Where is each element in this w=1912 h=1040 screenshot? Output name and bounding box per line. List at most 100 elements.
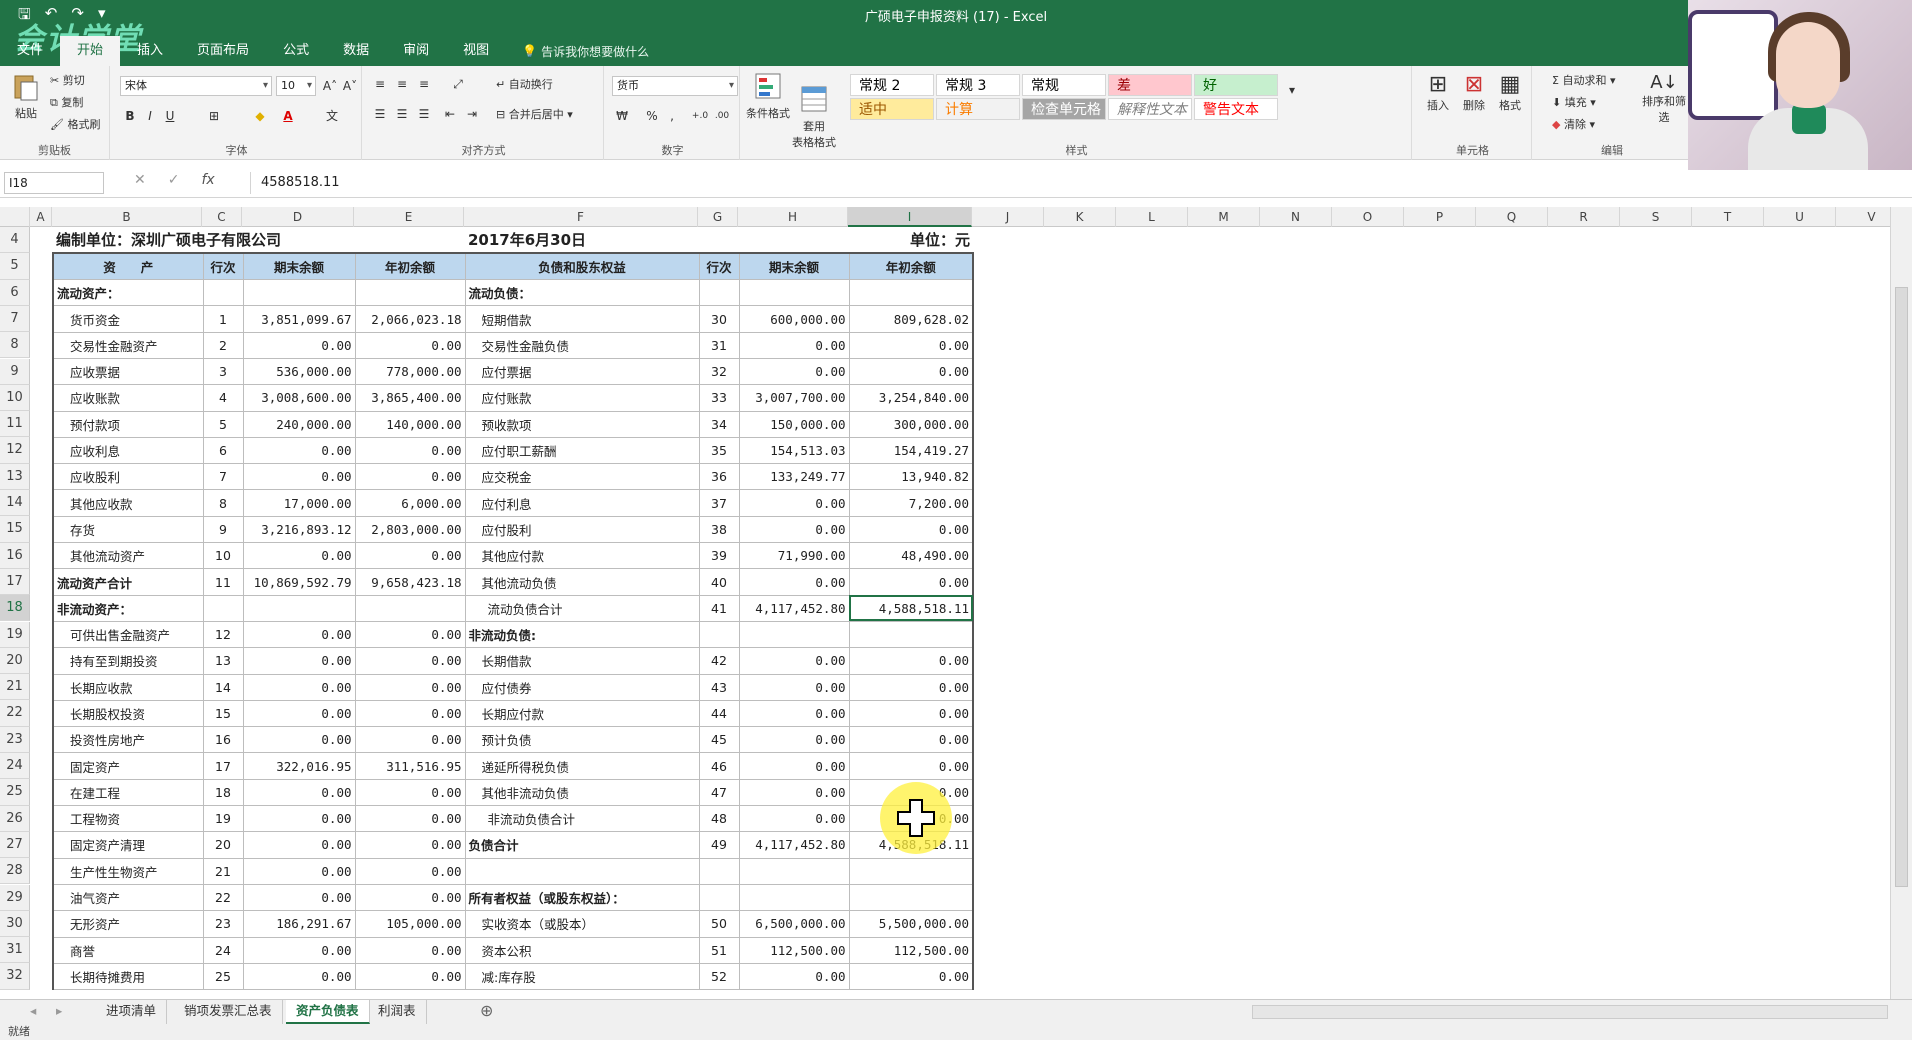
column-header[interactable]: Q: [1476, 207, 1548, 227]
table-cell[interactable]: 0.00: [848, 568, 974, 596]
table-cell[interactable]: 2,066,023.18: [354, 305, 466, 333]
increase-indent-icon[interactable]: ⇥: [462, 104, 482, 124]
table-cell[interactable]: 11: [202, 568, 244, 596]
table-cell[interactable]: 6,000.00: [354, 489, 466, 517]
ribbon-tab[interactable]: 页面布局: [180, 36, 266, 66]
bold-button[interactable]: B: [120, 106, 140, 126]
table-cell[interactable]: 105,000.00: [354, 910, 466, 938]
cell-style-item[interactable]: 解释性文本: [1108, 98, 1192, 120]
table-cell[interactable]: 其他流动资产: [52, 542, 204, 570]
column-header[interactable]: M: [1188, 207, 1260, 227]
table-cell[interactable]: [242, 279, 356, 307]
gallery-more-icon[interactable]: ▾: [1282, 80, 1302, 100]
table-cell[interactable]: 44: [698, 699, 740, 728]
table-cell[interactable]: 21: [202, 857, 244, 885]
table-cell[interactable]: [698, 279, 740, 307]
table-cell[interactable]: 应付股利: [464, 515, 700, 544]
table-cell[interactable]: 0.00: [242, 542, 356, 570]
table-cell[interactable]: 3: [202, 357, 244, 386]
table-cell[interactable]: 22: [202, 883, 244, 912]
sort-filter-button[interactable]: A↓ 排序和筛选: [1642, 72, 1686, 125]
table-cell[interactable]: 43: [698, 673, 740, 701]
table-cell[interactable]: 0.00: [354, 620, 466, 649]
table-cell[interactable]: 0.00: [354, 936, 466, 964]
table-cell[interactable]: 45: [698, 726, 740, 754]
table-cell[interactable]: 0.00: [242, 936, 356, 964]
row-header[interactable]: 20: [0, 647, 30, 675]
table-cell[interactable]: 交易性金融资产: [52, 331, 204, 359]
table-cell[interactable]: 0.00: [738, 515, 850, 544]
table-cell[interactable]: 0.00: [354, 831, 466, 859]
prev-sheet-icon[interactable]: ◂: [20, 1000, 46, 1024]
table-cell[interactable]: 0.00: [738, 752, 850, 780]
column-title-cell[interactable]: 行次: [698, 252, 740, 281]
decrease-indent-icon[interactable]: ⇤: [440, 104, 460, 124]
row-header[interactable]: 24: [0, 753, 30, 780]
table-cell[interactable]: 154,513.03: [738, 436, 850, 465]
table-cell[interactable]: 4,588,518.11: [848, 594, 974, 622]
table-cell[interactable]: 实收资本（或股本）: [464, 910, 700, 938]
table-cell[interactable]: [738, 279, 850, 307]
table-cell[interactable]: 0.00: [354, 805, 466, 833]
table-cell[interactable]: 0.00: [354, 726, 466, 754]
table-cell[interactable]: 0.00: [242, 778, 356, 807]
table-cell[interactable]: 持有至到期投资: [52, 647, 204, 675]
company-cell[interactable]: 编制单位：深圳广硕电子有限公司: [53, 227, 465, 253]
table-cell[interactable]: 48: [698, 805, 740, 833]
table-cell[interactable]: 0.00: [242, 436, 356, 465]
row-header[interactable]: 26: [0, 805, 30, 832]
table-cell[interactable]: 长期待摊费用: [52, 962, 204, 991]
align-top-icon[interactable]: ≡: [370, 74, 390, 94]
accounting-icon[interactable]: ₩: [612, 106, 632, 126]
table-cell[interactable]: 0.00: [738, 489, 850, 517]
table-cell[interactable]: 0.00: [738, 726, 850, 754]
phonetic-icon[interactable]: 文: [322, 106, 342, 126]
row-header[interactable]: 13: [0, 463, 30, 490]
cell-style-item[interactable]: 计算: [936, 98, 1020, 120]
align-center-icon[interactable]: ☰: [392, 104, 412, 124]
table-cell[interactable]: 140,000.00: [354, 410, 466, 438]
table-cell[interactable]: [738, 883, 850, 912]
table-cell[interactable]: 3,216,893.12: [242, 515, 356, 544]
table-cell[interactable]: 6: [202, 436, 244, 465]
table-cell[interactable]: 0.00: [242, 857, 356, 885]
table-cell[interactable]: 固定资产: [52, 752, 204, 780]
table-cell[interactable]: 0.00: [738, 673, 850, 701]
fill-button[interactable]: ⬇ 填充 ▾: [1552, 94, 1596, 110]
column-header[interactable]: U: [1764, 207, 1836, 227]
table-cell[interactable]: 货币资金: [52, 305, 204, 333]
table-cell[interactable]: 预付款项: [52, 410, 204, 438]
table-cell[interactable]: 长期借款: [464, 647, 700, 675]
table-cell[interactable]: 49: [698, 831, 740, 859]
row-header[interactable]: 28: [0, 858, 30, 885]
table-cell[interactable]: 14: [202, 673, 244, 701]
number-format-select[interactable]: 货币: [612, 76, 738, 96]
table-cell[interactable]: 3,254,840.00: [848, 384, 974, 412]
column-header[interactable]: P: [1404, 207, 1476, 227]
table-cell[interactable]: 其他应收款: [52, 489, 204, 517]
table-cell[interactable]: [354, 279, 466, 307]
row-header[interactable]: 10: [0, 384, 30, 412]
column-header[interactable]: H: [738, 207, 848, 227]
font-name-select[interactable]: 宋体: [120, 76, 272, 96]
table-cell[interactable]: [698, 857, 740, 885]
table-cell[interactable]: 0.00: [354, 463, 466, 491]
table-cell[interactable]: 0.00: [738, 778, 850, 807]
table-cell[interactable]: [464, 857, 700, 885]
column-title-cell[interactable]: 资 产: [52, 252, 204, 281]
table-cell[interactable]: 30: [698, 305, 740, 333]
shrink-font-icon[interactable]: A˅: [340, 76, 360, 96]
table-cell[interactable]: 0.00: [848, 726, 974, 754]
report-date-cell[interactable]: 2017年6月30日: [465, 227, 739, 253]
column-header[interactable]: K: [1044, 207, 1116, 227]
table-cell[interactable]: [698, 883, 740, 912]
row-header[interactable]: 29: [0, 884, 30, 911]
table-cell[interactable]: 3,008,600.00: [242, 384, 356, 412]
percent-button[interactable]: %: [642, 106, 662, 126]
table-cell[interactable]: 0.00: [242, 831, 356, 859]
table-cell[interactable]: 71,990.00: [738, 542, 850, 570]
column-header[interactable]: E: [354, 207, 464, 227]
align-left-icon[interactable]: ☰: [370, 104, 390, 124]
table-cell[interactable]: 应付票据: [464, 357, 700, 386]
table-cell[interactable]: [202, 594, 244, 622]
